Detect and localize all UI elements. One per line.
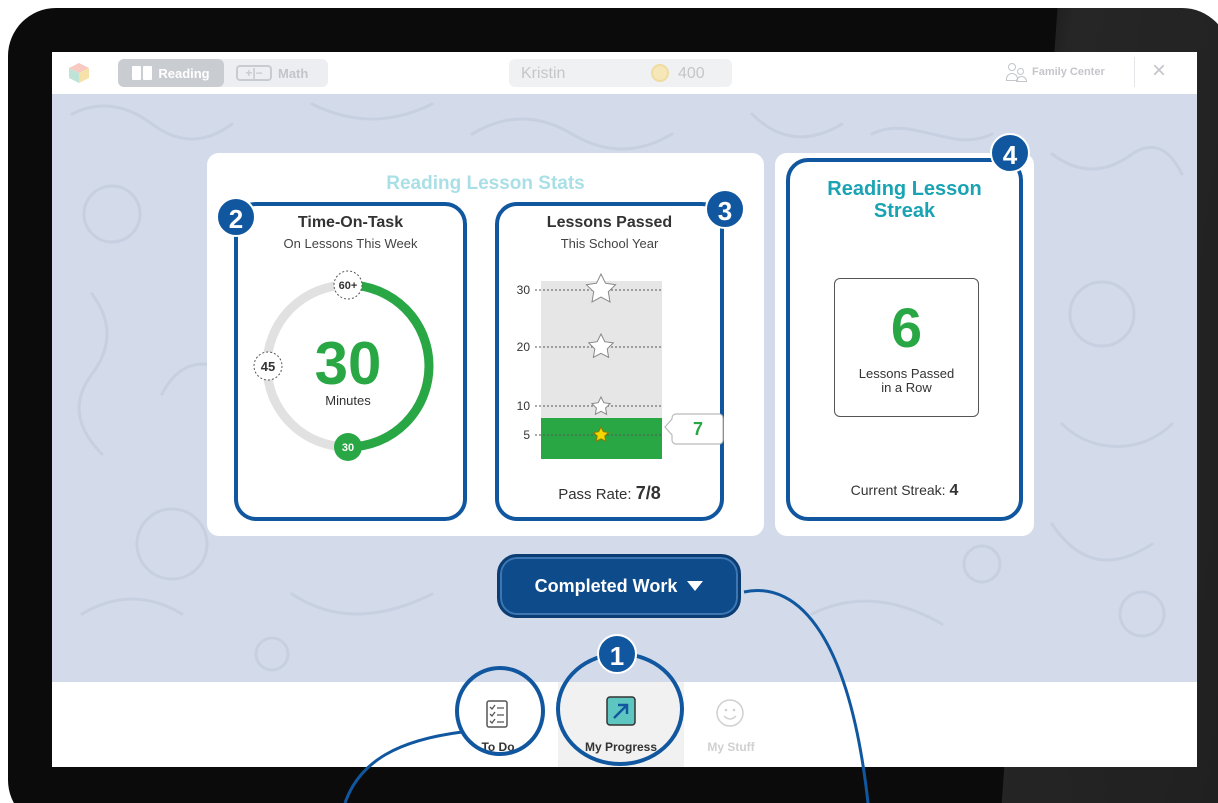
callout-badge-2: 2 — [216, 197, 256, 237]
callout-badge-4: 4 — [990, 133, 1030, 173]
callout-connectors — [343, 589, 870, 803]
callout-badge-3: 3 — [705, 189, 745, 229]
callout-badge-1: 1 — [597, 634, 637, 674]
